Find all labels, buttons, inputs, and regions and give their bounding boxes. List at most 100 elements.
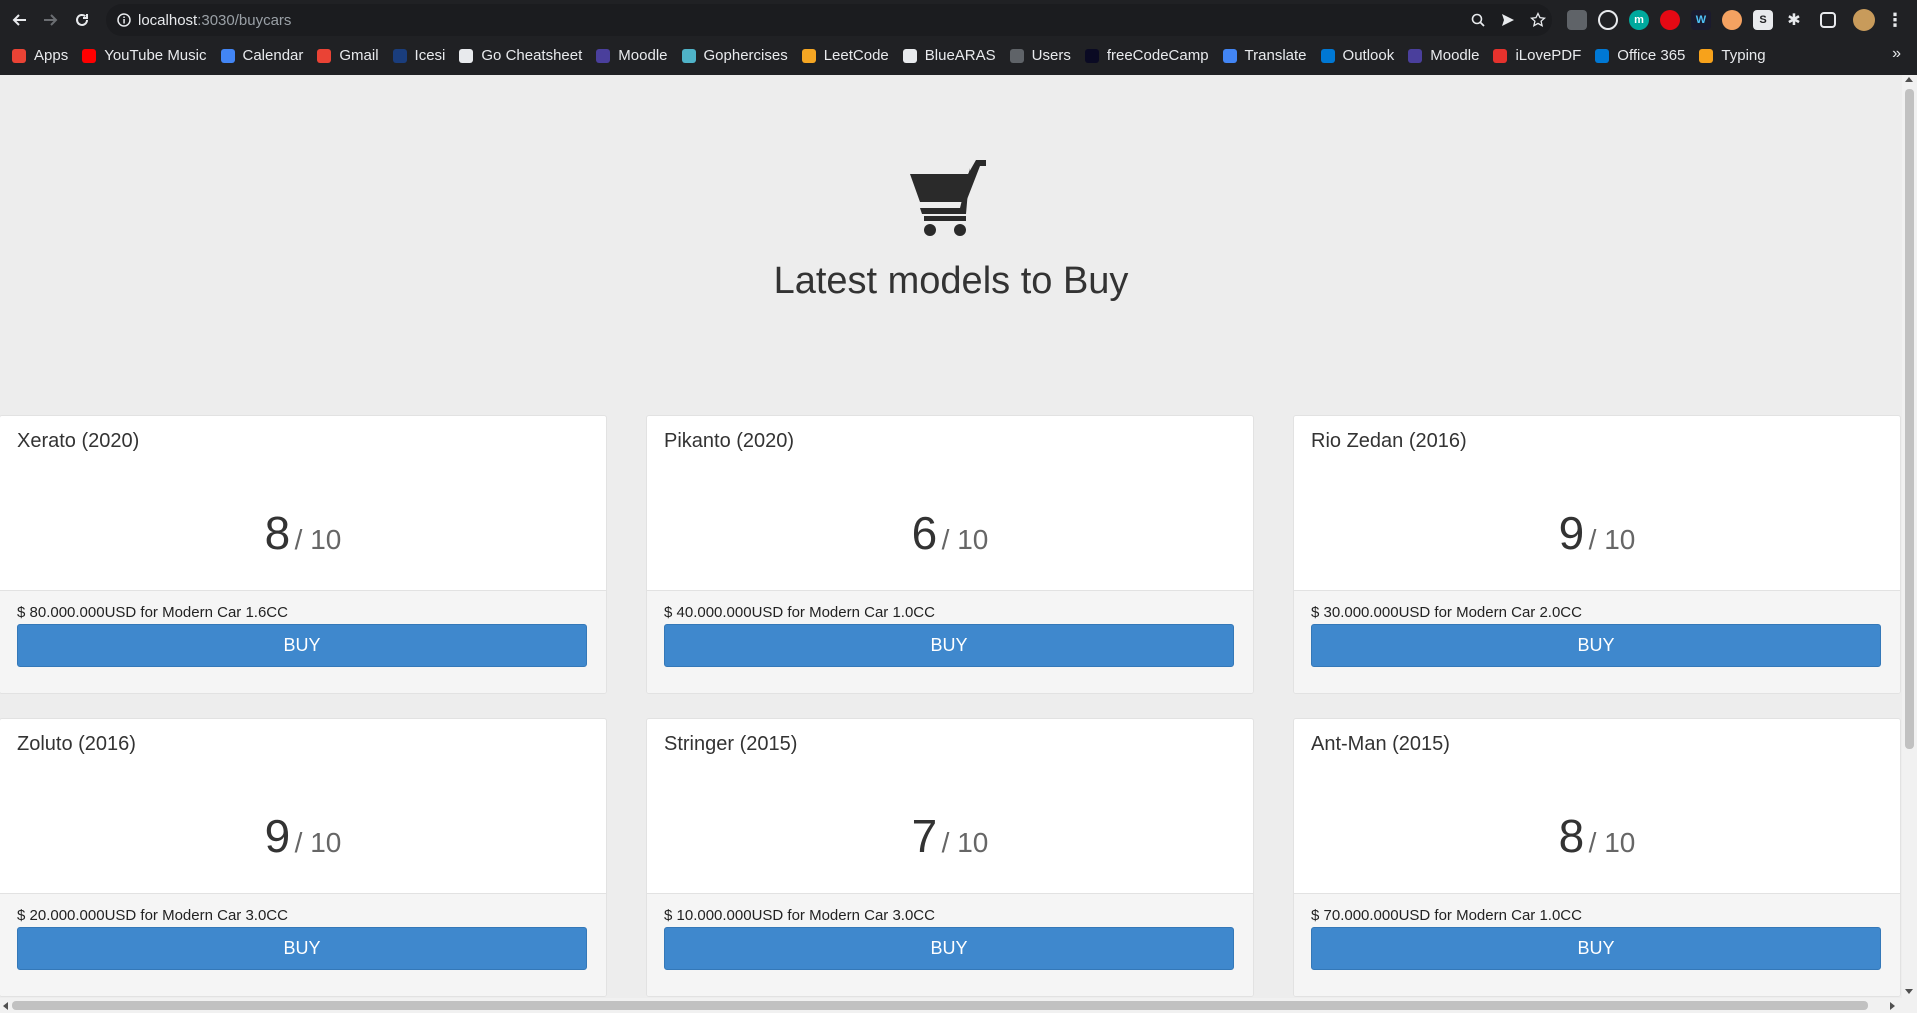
horizontal-scroll-thumb[interactable]	[12, 1001, 1868, 1010]
bookmark-office-365[interactable]: Office 365	[1595, 47, 1685, 64]
face-extension-icon[interactable]	[1722, 10, 1742, 30]
menu-dots-icon[interactable]: ⋮	[1885, 10, 1905, 30]
car-name: Ant-Man (2015)	[1311, 733, 1450, 755]
reload-button[interactable]	[70, 8, 94, 32]
vertical-scrollbar[interactable]	[1902, 75, 1917, 998]
bookmark-label: iLovePDF	[1515, 47, 1582, 64]
side-panel-icon[interactable]	[1820, 12, 1836, 28]
m-extension-icon[interactable]: m	[1629, 10, 1649, 30]
puzzle-icon[interactable]: ✱	[1784, 10, 1804, 30]
address-bar[interactable]: localhost:3030/buycars	[106, 4, 1552, 36]
bookmark-youtube-music[interactable]: YouTube Music	[82, 47, 207, 64]
moodle-icon	[1408, 48, 1423, 63]
bookmark-calendar[interactable]: Calendar	[220, 47, 303, 64]
bookmark-outlook[interactable]: Outlook	[1320, 47, 1394, 64]
card-footer: $ 70.000.000USD for Modern Car 1.0CC BUY	[1294, 893, 1900, 996]
car-name: Zoluto (2016)	[17, 733, 136, 755]
bookmark-gmail[interactable]: Gmail	[317, 47, 379, 64]
typing-icon	[1699, 48, 1714, 63]
car-card: Stringer (2015) 7 / 10 $ 10.000.000USD for…	[646, 718, 1254, 997]
car-name: Stringer (2015)	[664, 733, 798, 755]
car-price-description: $ 80.000.000USD for Modern Car 1.6CC	[17, 604, 288, 621]
freecodecamp-icon	[1084, 48, 1099, 63]
extension-icon[interactable]	[1567, 10, 1587, 30]
zoom-icon[interactable]	[1470, 12, 1486, 28]
calendar-icon	[220, 48, 235, 63]
forward-button[interactable]	[38, 8, 62, 32]
s-extension-icon[interactable]: S	[1753, 10, 1773, 30]
bookmark-ilovepdf[interactable]: iLovePDF	[1493, 47, 1581, 64]
bookmark-moodle[interactable]: Moodle	[1408, 47, 1479, 64]
reload-icon	[76, 13, 88, 26]
url-host: localhost	[138, 12, 198, 29]
url-path: :3030/buycars	[197, 12, 292, 29]
bookmark-label: Apps	[34, 47, 69, 64]
bookmark-freecodecamp[interactable]: freeCodeCamp	[1084, 47, 1209, 64]
url-text[interactable]: localhost:3030/buycars	[138, 12, 291, 29]
card-footer: $ 20.000.000USD for Modern Car 3.0CC BUY	[0, 893, 606, 996]
bookmark-label: Gmail	[339, 47, 379, 64]
users-icon	[1009, 48, 1024, 63]
bookmark-gophercises[interactable]: Gophercises	[681, 47, 788, 64]
shopping-cart-icon	[910, 160, 986, 236]
card-footer: $ 40.000.000USD for Modern Car 1.0CC BUY	[647, 590, 1253, 693]
github-icon	[459, 48, 474, 63]
bookmark-leetcode[interactable]: LeetCode	[801, 47, 889, 64]
bookmark-label: BlueARAS	[924, 47, 996, 64]
bookmark-users[interactable]: Users	[1009, 47, 1071, 64]
car-card: Ant-Man (2015) 8 / 10 $ 70.000.000USD for …	[1293, 718, 1901, 997]
car-name: Pikanto (2020)	[664, 430, 795, 452]
car-name: Xerato (2020)	[17, 430, 140, 452]
buy-button[interactable]: BUY	[664, 927, 1234, 970]
scroll-down-arrow[interactable]	[1905, 989, 1913, 994]
bookmark-bluearas[interactable]: BlueARAS	[902, 47, 996, 64]
browser-chrome: localhost:3030/buycars m W S ✱ ⋮ Apps You…	[0, 0, 1917, 75]
info-icon[interactable]	[116, 12, 132, 28]
buy-button[interactable]: BUY	[17, 624, 587, 667]
bookmark-label: Moodle	[1430, 47, 1480, 64]
bulb-extension-icon[interactable]	[1598, 10, 1618, 30]
bookmark-label: Gophercises	[703, 47, 788, 64]
vertical-scroll-thumb[interactable]	[1905, 89, 1914, 749]
gophercises-icon	[681, 48, 696, 63]
car-card: Pikanto (2020) 6 / 10 $ 40.000.000USD for …	[646, 415, 1254, 694]
office-icon	[1595, 48, 1610, 63]
back-button[interactable]	[8, 8, 32, 32]
scroll-left-arrow[interactable]	[3, 1002, 8, 1010]
icesi-icon	[392, 48, 407, 63]
car-price-description: $ 40.000.000USD for Modern Car 1.0CC	[664, 604, 935, 621]
bookmarks-bar: Apps YouTube Music Calendar Gmail Icesi Go Ch…	[0, 42, 1917, 69]
bookmark-typing[interactable]: Typing	[1699, 47, 1766, 64]
buy-button[interactable]: BUY	[17, 927, 587, 970]
horizontal-scrollbar[interactable]	[0, 998, 1917, 1013]
bookmarks-overflow-button[interactable]: »	[1892, 45, 1901, 63]
rating-scale: / 10	[294, 524, 342, 555]
browser-toolbar: localhost:3030/buycars m W S ✱ ⋮	[0, 0, 1917, 40]
translate-icon	[1222, 48, 1237, 63]
buy-button[interactable]: BUY	[1311, 624, 1881, 667]
bookmark-moodle[interactable]: Moodle	[596, 47, 668, 64]
w-extension-icon[interactable]: W	[1691, 10, 1711, 30]
send-icon[interactable]	[1500, 12, 1516, 28]
avatar[interactable]	[1853, 9, 1875, 31]
bookmark-label: Go Cheatsheet	[481, 47, 583, 64]
bookmark-icesi[interactable]: Icesi	[392, 47, 445, 64]
car-name: Rio Zedan (2016)	[1311, 430, 1467, 452]
scroll-right-arrow[interactable]	[1890, 1002, 1895, 1010]
bookmark-star-icon[interactable]	[1530, 12, 1546, 28]
gmail-icon	[317, 48, 332, 63]
rating-score: 6	[911, 507, 938, 559]
buy-button[interactable]: BUY	[1311, 927, 1881, 970]
card-footer: $ 80.000.000USD for Modern Car 1.6CC BUY	[0, 590, 606, 693]
buy-button[interactable]: BUY	[664, 624, 1234, 667]
bookmark-apps[interactable]: Apps	[12, 47, 68, 64]
bookmark-go-cheatsheet[interactable]: Go Cheatsheet	[459, 47, 582, 64]
bookmark-label: Moodle	[618, 47, 668, 64]
car-card: Zoluto (2016) 9 / 10 $ 20.000.000USD for M…	[0, 718, 607, 997]
ilovepdf-icon	[1493, 48, 1508, 63]
rating-score: 9	[1558, 507, 1585, 559]
bluearas-icon	[902, 48, 917, 63]
bookmark-translate[interactable]: Translate	[1222, 47, 1307, 64]
scroll-up-arrow[interactable]	[1905, 77, 1913, 82]
red-extension-icon[interactable]	[1660, 10, 1680, 30]
